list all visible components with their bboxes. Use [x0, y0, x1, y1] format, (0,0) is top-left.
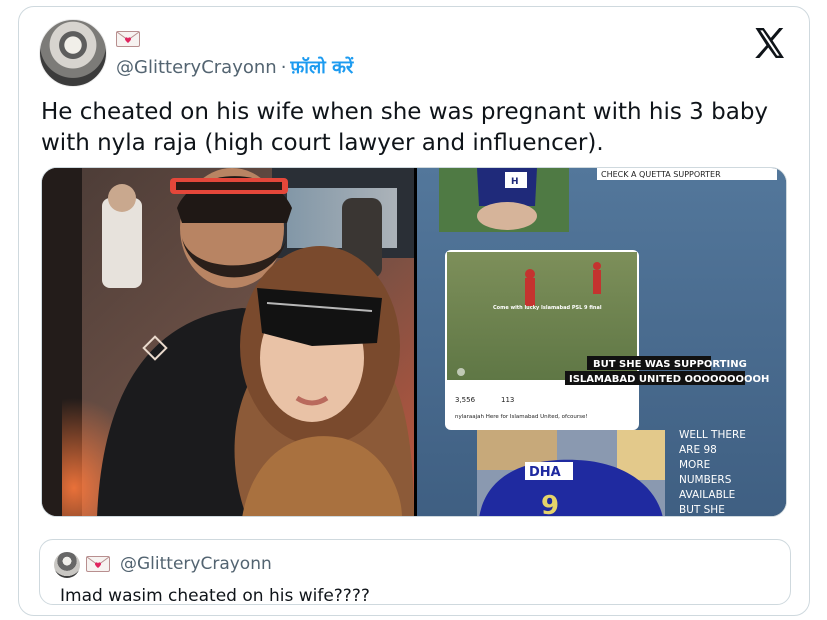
banner-line-2: ISLAMABAD UNITED OOOOOOOOOH — [569, 374, 769, 385]
love-letter-icon — [116, 31, 140, 47]
svg-text:9: 9 — [541, 491, 559, 517]
tweet-media[interactable]: H CHECK A QUETTA SUPPORTER Come with luc… — [41, 167, 787, 517]
author-handle[interactable]: @GlitteryCrayonn — [116, 57, 277, 78]
collage-illustration: H CHECK A QUETTA SUPPORTER Come with luc… — [417, 168, 786, 517]
tweet-card: @GlitteryCrayonn · फ़ॉलो करें He cheated o… — [18, 6, 810, 616]
top-caption: CHECK A QUETTA SUPPORTER — [601, 170, 721, 179]
quoted-author-handle[interactable]: @GlitteryCrayonn — [120, 554, 272, 574]
likes-count: 3,556 — [455, 396, 476, 404]
handle-separator: · — [280, 57, 287, 78]
side-line-6: BUT SHE — [679, 504, 725, 516]
shirt-text: DHA — [529, 465, 561, 480]
selfie-illustration — [42, 168, 414, 516]
follow-button[interactable]: फ़ॉलो करें — [290, 57, 353, 78]
side-line-1: WELL THERE — [679, 429, 746, 441]
side-line-2: ARE 98 — [679, 444, 717, 456]
side-line-4: NUMBERS — [679, 474, 732, 486]
author-handle-row: @GlitteryCrayonn · फ़ॉलो करें — [116, 55, 353, 79]
side-line-5: AVAILABLE — [679, 489, 735, 501]
quoted-tweet[interactable]: @GlitteryCrayonn Imad wasim cheated on h… — [39, 539, 791, 606]
quoted-tweet-text: Imad wasim cheated on his wife???? — [60, 586, 370, 606]
side-line-3: MORE — [679, 459, 710, 471]
love-letter-icon — [86, 556, 110, 572]
collage-image[interactable]: H CHECK A QUETTA SUPPORTER Come with luc… — [417, 168, 786, 517]
quoted-author-avatar[interactable] — [54, 552, 80, 578]
tweet-text: He cheated on his wife when she was preg… — [41, 99, 769, 156]
match-caption: Come with lucky Islamabad PSL 9 final — [493, 305, 602, 311]
shirt-logo-text: H — [511, 177, 519, 187]
selfie-photo[interactable] — [42, 168, 414, 516]
comments-count: 113 — [501, 396, 514, 404]
author-avatar[interactable] — [39, 19, 107, 87]
banner-line-1: BUT SHE WAS SUPPORTING — [593, 359, 747, 370]
post-caption: nylaraajah Here for Islamabad United, of… — [455, 414, 588, 420]
x-logo-icon[interactable] — [751, 25, 787, 61]
